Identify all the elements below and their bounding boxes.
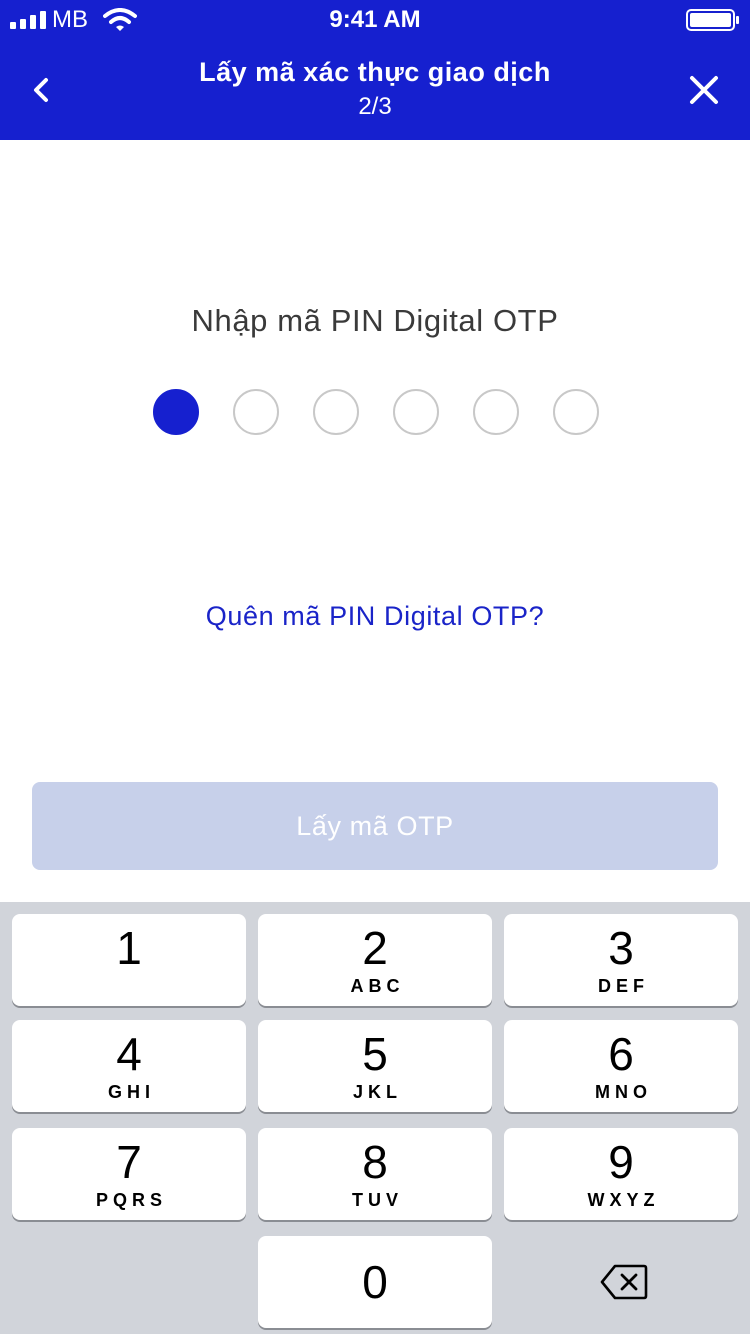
key-letters: TUV [352,1190,403,1210]
key-letters: ABC [350,976,405,996]
key-digit: 0 [362,1256,388,1308]
pin-dot-empty [473,389,519,435]
pin-dot-filled [153,389,199,435]
key-0[interactable]: 0 [258,1236,492,1328]
key-letters: GHI [107,1082,155,1102]
key-6[interactable]: 6 MNO [504,1020,738,1112]
pin-prompt: Nhập mã PIN Digital OTP [191,303,559,338]
key-letters: DEF [598,976,649,996]
key-digit: 3 [608,922,634,974]
pin-dot-empty [393,389,439,435]
key-digit: 6 [608,1028,634,1080]
key-9[interactable]: 9 WXYZ [504,1128,738,1220]
status-time: 9:41 AM [329,6,421,33]
key-digit: 9 [608,1136,634,1188]
step-indicator: 2/3 [358,93,392,120]
key-7[interactable]: 7 PQRS [12,1128,246,1220]
key-5[interactable]: 5 JKL [258,1020,492,1112]
key-3[interactable]: 3 DEF [504,914,738,1006]
key-letters: JKL [352,1082,402,1102]
key-4[interactable]: 4 GHI [12,1020,246,1112]
key-1[interactable]: 1 [12,914,246,1006]
backspace-icon [600,1264,648,1300]
key-digit: 7 [116,1136,142,1188]
pin-dot-empty [553,389,599,435]
get-otp-button[interactable]: Lấy mã OTP [32,782,718,870]
header-bar: MB 9:41 AM Lấy mã xác thực giao dịch 2/3 [0,0,750,140]
pin-dots [153,389,599,435]
key-letters: MNO [595,1082,652,1102]
key-digit: 5 [362,1028,388,1080]
key-8[interactable]: 8 TUV [258,1128,492,1220]
battery-icon [686,9,739,31]
close-button[interactable] [684,70,724,110]
page-title: Lấy mã xác thực giao dịch [199,57,551,87]
key-digit: 2 [362,922,388,974]
close-icon [690,76,718,104]
status-bar: MB 9:41 AM [0,0,750,40]
key-digit: 1 [116,922,142,974]
pin-dot-empty [233,389,279,435]
key-2[interactable]: 2 ABC [258,914,492,1006]
key-letters: PQRS [95,1190,167,1210]
key-digit: 4 [116,1028,142,1080]
forgot-pin-link[interactable]: Quên mã PIN Digital OTP? [0,597,750,635]
delete-key[interactable] [504,1236,738,1328]
key-digit: 8 [362,1136,388,1188]
pin-dot-empty [313,389,359,435]
key-letters: WXYZ [587,1190,660,1210]
